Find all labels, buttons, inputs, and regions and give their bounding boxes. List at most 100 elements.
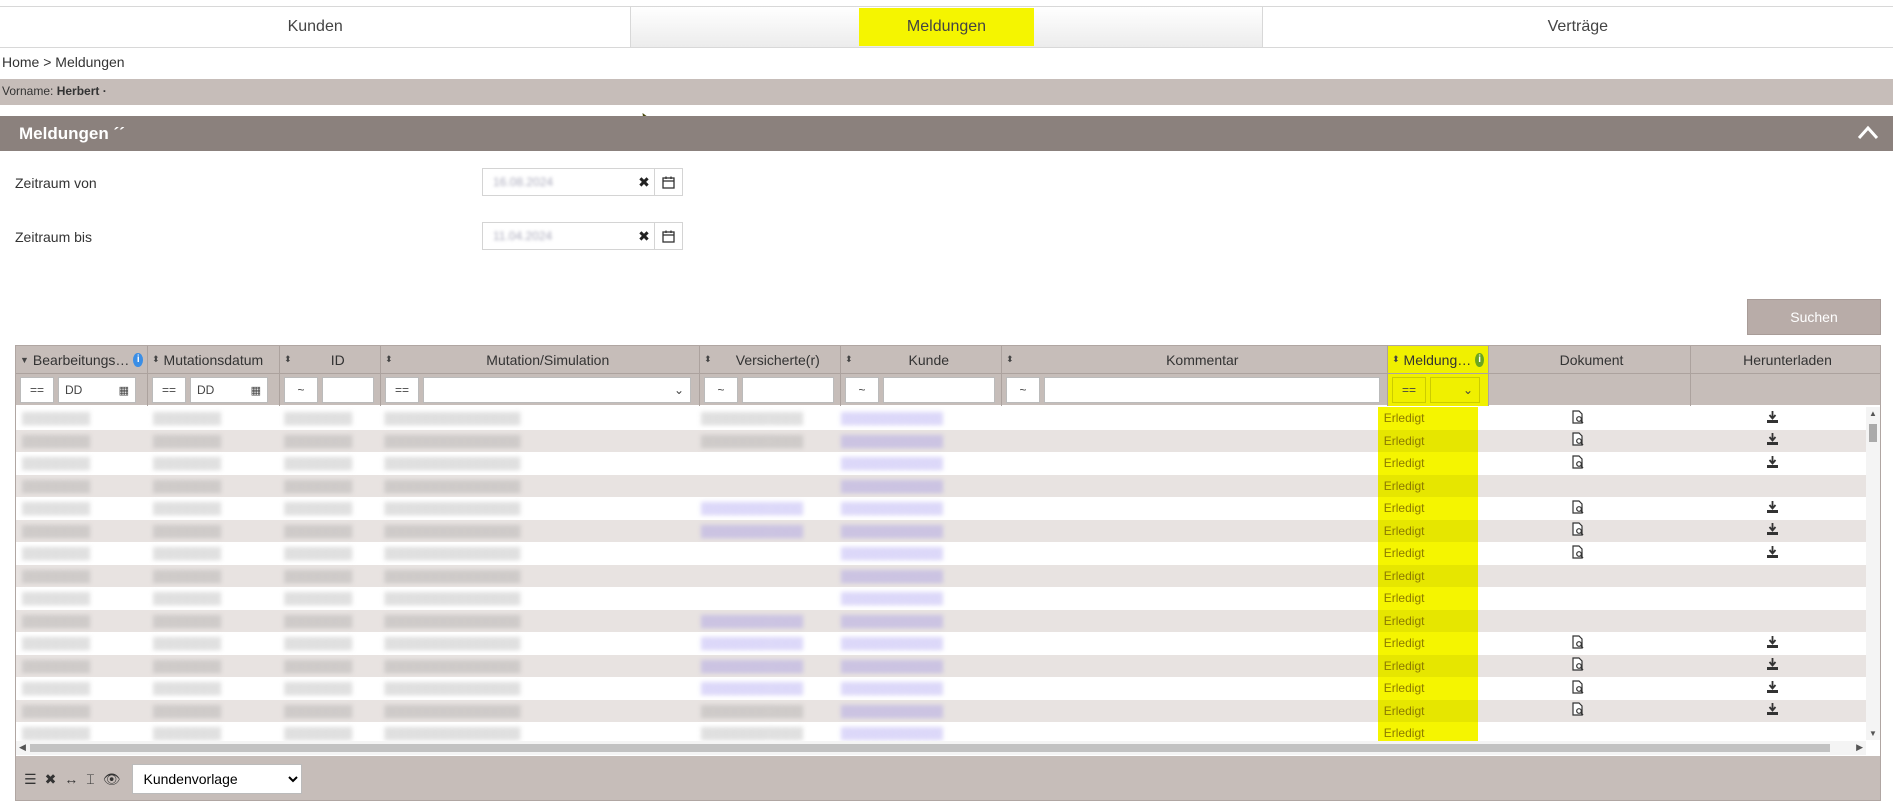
sort-icon[interactable]: ⬍ bbox=[704, 354, 712, 365]
col-meldungsstatus[interactable]: ⬍ Meldung… i bbox=[1388, 346, 1489, 373]
sort-icon[interactable]: ⬍ bbox=[152, 354, 160, 365]
download-icon[interactable] bbox=[1766, 523, 1779, 538]
zeitraum-bis-field[interactable]: 11.04.2024 ✖ bbox=[482, 222, 683, 250]
download-icon[interactable] bbox=[1766, 500, 1779, 516]
table-row[interactable]: ▒▒▒▒▒▒▒▒ ▒▒▒▒▒▒▒▒ ▒▒▒▒▒▒▒▒ ▒▒▒▒▒▒▒▒▒▒▒▒▒▒▒▒… bbox=[16, 452, 1866, 475]
document-search-icon[interactable] bbox=[1572, 522, 1585, 539]
sort-icon[interactable]: ⬍ bbox=[1392, 354, 1400, 365]
calendar-icon[interactable] bbox=[654, 169, 682, 195]
table-row[interactable]: ▒▒▒▒▒▒▒▒ ▒▒▒▒▒▒▒▒ ▒▒▒▒▒▒▒▒ ▒▒▒▒▒▒▒▒▒▒▒▒▒▒▒▒… bbox=[16, 699, 1866, 723]
filter-status-select[interactable]: ⌄ bbox=[1430, 377, 1480, 403]
table-cell-kunde[interactable]: ▒▒▒▒▒▒▒▒▒▒▒▒ bbox=[835, 497, 995, 520]
info-icon[interactable]: i bbox=[133, 352, 143, 367]
download-icon[interactable] bbox=[1766, 545, 1779, 561]
download-icon[interactable] bbox=[1766, 455, 1779, 471]
tab-vertraege[interactable]: Verträge bbox=[1262, 7, 1893, 47]
sort-icon[interactable]: ⬍ bbox=[385, 354, 393, 365]
table-cell-versicherte[interactable]: ▒▒▒▒▒▒▒▒▒▒▒▒ bbox=[695, 655, 835, 678]
table-cell-kunde[interactable]: ▒▒▒▒▒▒▒▒▒▒▒▒ bbox=[835, 475, 995, 498]
close-icon[interactable]: ✖ bbox=[45, 771, 57, 788]
table-row[interactable]: ▒▒▒▒▒▒▒▒ ▒▒▒▒▒▒▒▒ ▒▒▒▒▒▒▒▒ ▒▒▒▒▒▒▒▒▒▒▒▒▒▒▒▒… bbox=[16, 564, 1866, 588]
sort-icon[interactable]: ⬍ bbox=[1006, 354, 1014, 365]
resize-columns-icon[interactable]: ↔ bbox=[64, 771, 78, 787]
scroll-up-icon[interactable]: ▲ bbox=[1869, 409, 1877, 418]
table-row[interactable]: ▒▒▒▒▒▒▒▒ ▒▒▒▒▒▒▒▒ ▒▒▒▒▒▒▒▒ ▒▒▒▒▒▒▒▒▒▒▒▒▒▒▒▒… bbox=[16, 677, 1866, 700]
col-kunde[interactable]: ⬍ Kunde bbox=[841, 346, 1002, 373]
scroll-thumb[interactable] bbox=[30, 744, 1830, 752]
filter-operator[interactable]: == bbox=[1392, 377, 1426, 403]
download-icon[interactable] bbox=[1766, 658, 1779, 673]
document-search-icon[interactable] bbox=[1572, 455, 1585, 472]
scroll-left-icon[interactable]: ◀ bbox=[19, 742, 26, 753]
document-search-icon[interactable] bbox=[1572, 410, 1585, 427]
download-icon[interactable] bbox=[1766, 635, 1779, 651]
table-row[interactable]: ▒▒▒▒▒▒▒▒ ▒▒▒▒▒▒▒▒ ▒▒▒▒▒▒▒▒ ▒▒▒▒▒▒▒▒▒▒▒▒▒▒▒▒… bbox=[16, 587, 1866, 610]
table-cell-kunde[interactable]: ▒▒▒▒▒▒▒▒▒▒▒▒ bbox=[835, 655, 995, 678]
scroll-down-icon[interactable]: ▼ bbox=[1869, 729, 1877, 738]
table-cell-kunde[interactable]: ▒▒▒▒▒▒▒▒▒▒▒▒ bbox=[835, 407, 995, 430]
table-cell-versicherte[interactable]: ▒▒▒▒▒▒▒▒▒▒▒▒ bbox=[695, 610, 835, 633]
filter-kunde-input[interactable] bbox=[883, 377, 995, 403]
info-icon[interactable]: i bbox=[1475, 352, 1484, 367]
table-cell-kunde[interactable]: ▒▒▒▒▒▒▒▒▒▒▒▒ bbox=[835, 565, 995, 588]
calendar-icon[interactable]: ▦ bbox=[119, 384, 129, 397]
scroll-thumb[interactable] bbox=[1869, 424, 1877, 442]
col-mutationsdatum[interactable]: ⬍ Mutationsdatum bbox=[148, 346, 280, 373]
eye-icon[interactable]: 👁 bbox=[103, 771, 121, 788]
filter-operator[interactable]: ~ bbox=[284, 377, 318, 403]
zeitraum-von-value[interactable]: 16.08.2024 bbox=[483, 169, 634, 195]
document-search-icon[interactable] bbox=[1572, 657, 1585, 674]
sort-icon[interactable]: ⬍ bbox=[284, 354, 292, 365]
horizontal-scrollbar[interactable]: ◀ ▶ bbox=[16, 741, 1866, 755]
table-cell-versicherte[interactable]: ▒▒▒▒▒▒▒▒▒▒▒▒ bbox=[695, 520, 835, 543]
calendar-icon[interactable] bbox=[654, 223, 682, 249]
table-row[interactable]: ▒▒▒▒▒▒▒▒ ▒▒▒▒▒▒▒▒ ▒▒▒▒▒▒▒▒ ▒▒▒▒▒▒▒▒▒▒▒▒▒▒▒▒… bbox=[16, 429, 1866, 453]
table-cell-kunde[interactable]: ▒▒▒▒▒▒▒▒▒▒▒▒ bbox=[835, 520, 995, 543]
filter-kommentar-input[interactable] bbox=[1044, 377, 1380, 403]
chevron-up-icon[interactable] bbox=[1857, 122, 1879, 144]
document-search-icon[interactable] bbox=[1572, 635, 1585, 652]
table-cell-kunde[interactable]: ▒▒▒▒▒▒▒▒▒▒▒▒ bbox=[835, 677, 995, 700]
table-cell-versicherte[interactable]: ▒▒▒▒▒▒▒▒▒▒▒▒ bbox=[695, 677, 835, 700]
table-cell-versicherte[interactable]: ▒▒▒▒▒▒▒▒▒▒▒▒ bbox=[695, 632, 835, 655]
calendar-icon[interactable]: ▦ bbox=[251, 384, 261, 397]
table-cell-kunde[interactable]: ▒▒▒▒▒▒▒▒▒▒▒▒ bbox=[835, 430, 995, 453]
table-cell-kunde[interactable]: ▒▒▒▒▒▒▒▒▒▒▒▒ bbox=[835, 632, 995, 655]
table-cell-kunde[interactable]: ▒▒▒▒▒▒▒▒▒▒▒▒ bbox=[835, 700, 995, 723]
filter-operator[interactable]: ~ bbox=[845, 377, 879, 403]
list-icon[interactable]: ☰ bbox=[24, 771, 37, 788]
tab-kunden[interactable]: Kunden bbox=[0, 7, 632, 47]
zeitraum-von-field[interactable]: 16.08.2024 ✖ bbox=[482, 168, 683, 196]
filter-date-input[interactable]: DD ▦ bbox=[190, 377, 268, 403]
chevron-down-icon[interactable]: ⌄ bbox=[674, 383, 684, 397]
filter-mutation-select[interactable]: ⌄ bbox=[423, 377, 691, 403]
sort-desc-icon[interactable]: ▼ bbox=[20, 355, 29, 365]
filter-id-input[interactable] bbox=[322, 377, 374, 403]
clear-icon[interactable]: ✖ bbox=[634, 169, 654, 195]
filter-operator[interactable]: ~ bbox=[1006, 377, 1040, 403]
filter-operator[interactable]: == bbox=[152, 377, 186, 403]
chevron-down-icon[interactable]: ⌄ bbox=[1463, 383, 1473, 397]
text-height-icon[interactable]: ⌶ bbox=[86, 771, 94, 788]
template-select[interactable]: Kundenvorlage bbox=[132, 764, 303, 794]
table-cell-kunde[interactable]: ▒▒▒▒▒▒▒▒▒▒▒▒ bbox=[835, 542, 995, 565]
table-cell-kunde[interactable]: ▒▒▒▒▒▒▒▒▒▒▒▒ bbox=[835, 452, 995, 475]
table-row[interactable]: ▒▒▒▒▒▒▒▒ ▒▒▒▒▒▒▒▒ ▒▒▒▒▒▒▒▒ ▒▒▒▒▒▒▒▒▒▒▒▒▒▒▒▒… bbox=[16, 519, 1866, 543]
table-row[interactable]: ▒▒▒▒▒▒▒▒ ▒▒▒▒▒▒▒▒ ▒▒▒▒▒▒▒▒ ▒▒▒▒▒▒▒▒▒▒▒▒▒▒▒▒… bbox=[16, 609, 1866, 633]
col-bearbeitungsdatum[interactable]: ▼ Bearbeitungs… i bbox=[16, 346, 148, 373]
col-kommentar[interactable]: ⬍ Kommentar bbox=[1002, 346, 1388, 373]
document-search-icon[interactable] bbox=[1572, 702, 1585, 719]
filter-date-input[interactable]: DD ▦ bbox=[58, 377, 136, 403]
filter-versicherte-input[interactable] bbox=[742, 377, 834, 403]
download-icon[interactable] bbox=[1766, 680, 1779, 696]
vertical-scrollbar[interactable]: ▲ ▼ bbox=[1866, 407, 1880, 740]
table-row[interactable]: ▒▒▒▒▒▒▒▒ ▒▒▒▒▒▒▒▒ ▒▒▒▒▒▒▒▒ ▒▒▒▒▒▒▒▒▒▒▒▒▒▒▒▒… bbox=[16, 542, 1866, 565]
table-cell-kunde[interactable]: ▒▒▒▒▒▒▒▒▒▒▒▒ bbox=[835, 587, 995, 610]
table-row[interactable]: ▒▒▒▒▒▒▒▒ ▒▒▒▒▒▒▒▒ ▒▒▒▒▒▒▒▒ ▒▒▒▒▒▒▒▒▒▒▒▒▒▒▒▒… bbox=[16, 474, 1866, 498]
table-cell-kunde[interactable]: ▒▒▒▒▒▒▒▒▒▒▒▒ bbox=[835, 610, 995, 633]
table-row[interactable]: ▒▒▒▒▒▒▒▒ ▒▒▒▒▒▒▒▒ ▒▒▒▒▒▒▒▒ ▒▒▒▒▒▒▒▒▒▒▒▒▒▒▒▒… bbox=[16, 407, 1866, 430]
download-icon[interactable] bbox=[1766, 410, 1779, 426]
document-search-icon[interactable] bbox=[1572, 432, 1585, 449]
table-row[interactable]: ▒▒▒▒▒▒▒▒ ▒▒▒▒▒▒▒▒ ▒▒▒▒▒▒▒▒ ▒▒▒▒▒▒▒▒▒▒▒▒▒▒▒▒… bbox=[16, 654, 1866, 678]
scroll-right-icon[interactable]: ▶ bbox=[1856, 742, 1863, 753]
